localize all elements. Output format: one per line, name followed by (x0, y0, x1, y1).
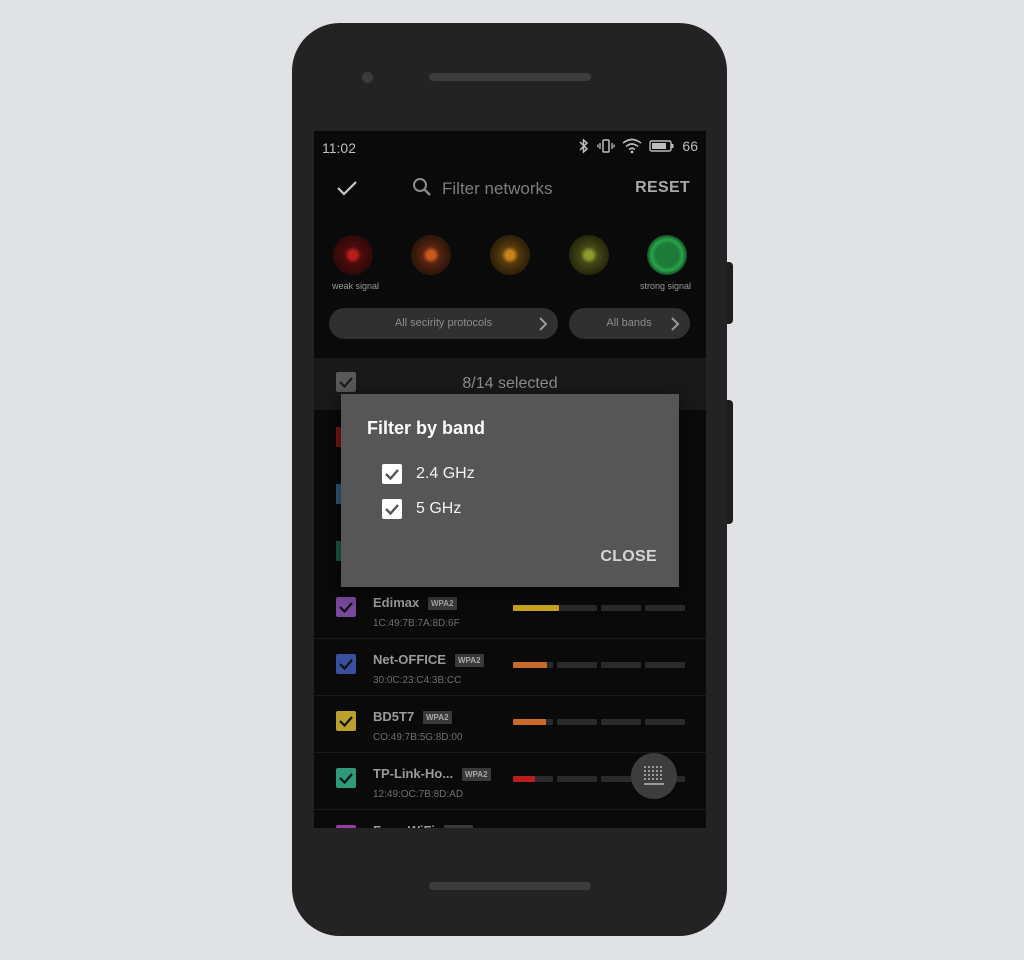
band-label-5ghz: 5 GHz (416, 500, 462, 517)
front-camera (362, 72, 373, 83)
band-checkbox-2-4ghz[interactable] (382, 464, 402, 484)
checkmark-icon (385, 469, 399, 481)
band-option-5ghz[interactable]: 5 GHz (382, 499, 502, 521)
close-button[interactable]: CLOSE (600, 548, 657, 566)
filter-by-band-dialog: Filter by band 2.4 GHz 5 GHz CLOSE (341, 394, 679, 587)
dialog-title: Filter by band (367, 418, 486, 438)
band-option-2-4ghz[interactable]: 2.4 GHz (382, 464, 502, 486)
band-checkbox-5ghz[interactable] (382, 499, 402, 519)
volume-button (727, 400, 733, 524)
bottom-speaker (429, 882, 591, 890)
power-button (727, 262, 733, 324)
earpiece-speaker (429, 73, 591, 81)
checkmark-icon (385, 504, 399, 516)
band-label-2-4ghz: 2.4 GHz (416, 465, 475, 482)
phone-screen: 11:02 66 Filter networks RESET weak sign… (314, 131, 706, 828)
